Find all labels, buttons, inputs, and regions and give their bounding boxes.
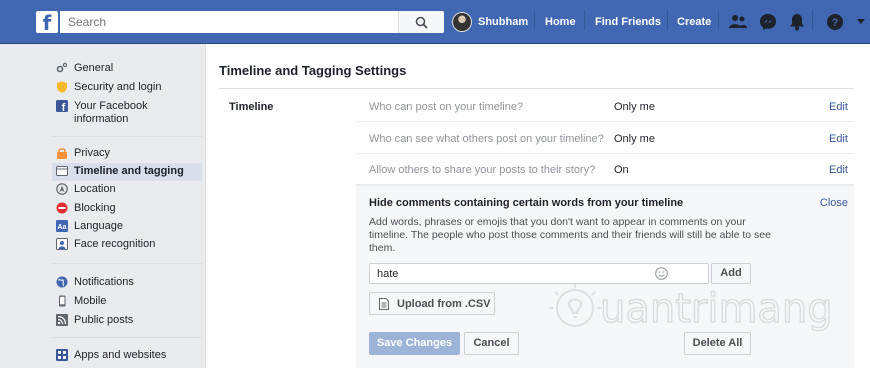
search-box: [60, 11, 444, 33]
sidebar-item-apps-and-websites[interactable]: Apps and websites: [52, 347, 202, 365]
setting-question: Allow others to share your posts to thei…: [369, 164, 596, 176]
sidebar-item-security[interactable]: Security and login: [52, 79, 202, 97]
setting-row-who-can-post[interactable]: Who can post on your timeline? Only me E…: [356, 91, 854, 122]
setting-value: Only me: [614, 133, 655, 145]
upload-label: Upload from .CSV: [397, 298, 491, 310]
panel-description: Add words, phrases or emojis that you do…: [369, 216, 771, 254]
add-button[interactable]: Add: [711, 263, 751, 284]
upload-csv-button[interactable]: Upload from .CSV: [369, 292, 495, 315]
nav-divider: [718, 10, 719, 30]
setting-row-share-to-story[interactable]: Allow others to share your posts to thei…: [356, 154, 854, 185]
block-icon: [56, 202, 68, 214]
sidebar-item-label: Language: [74, 220, 123, 232]
settings-content: Timeline and Tagging Settings Timeline W…: [205, 44, 870, 368]
gear-icon: [56, 62, 68, 73]
facebook-icon: f: [56, 100, 68, 112]
hide-comments-panel: Hide comments containing certain words f…: [356, 185, 854, 368]
face-icon: [56, 238, 68, 250]
save-changes-button[interactable]: Save Changes: [369, 332, 460, 355]
sidebar-item-mobile[interactable]: Mobile: [52, 293, 202, 311]
sidebar-divider: [52, 337, 202, 338]
avatar: [452, 12, 472, 32]
sidebar-item-label: Security and login: [74, 81, 162, 93]
blocked-word-field: [369, 263, 709, 284]
sidebar-item-location[interactable]: Location: [52, 181, 202, 199]
delete-all-button[interactable]: Delete All: [684, 332, 751, 355]
sidebar-item-general[interactable]: General: [52, 60, 202, 78]
file-icon: [379, 298, 389, 310]
sidebar-item-label: Blocking: [74, 202, 116, 214]
svg-text:Aa: Aa: [58, 224, 67, 231]
sidebar-item-label: Privacy: [74, 147, 111, 159]
sidebar-item-public-posts[interactable]: Public posts: [52, 312, 202, 330]
nav-find-friends[interactable]: Find Friends: [595, 16, 661, 28]
dropdown-icon[interactable]: [856, 18, 866, 26]
search-input[interactable]: [68, 15, 388, 29]
mobile-icon: [59, 295, 66, 307]
setting-row-who-can-see[interactable]: Who can see what others post on your tim…: [356, 123, 854, 154]
search-button[interactable]: [398, 11, 444, 33]
title-divider: [219, 88, 854, 89]
lock-icon: [57, 148, 67, 159]
sidebar-item-notifications[interactable]: Notifications: [52, 274, 202, 292]
sidebar-item-label: Your Facebook information: [74, 100, 148, 125]
svg-text:f: f: [62, 102, 66, 112]
facebook-logo[interactable]: f: [36, 11, 58, 35]
setting-value: Only me: [614, 101, 655, 113]
sidebar-item-label: Public posts: [74, 314, 134, 326]
sidebar-item-timeline-and-tagging[interactable]: Timeline and tagging: [52, 163, 202, 181]
cancel-button[interactable]: Cancel: [464, 332, 519, 355]
messenger-icon[interactable]: [758, 12, 778, 32]
nav-divider: [812, 10, 813, 30]
nav-create[interactable]: Create: [677, 16, 711, 28]
sidebar-divider: [52, 263, 202, 264]
setting-question: Who can see what others post on your tim…: [369, 133, 604, 145]
nav-divider: [584, 10, 585, 30]
globe-icon: [56, 276, 68, 288]
emoji-icon[interactable]: [655, 267, 668, 280]
language-icon: Aa: [56, 220, 68, 232]
panel-title: Hide comments containing certain words f…: [369, 197, 684, 209]
setting-value: On: [614, 164, 629, 176]
edit-link[interactable]: Edit: [829, 101, 848, 113]
sidebar-item-label: Face recognition: [74, 238, 156, 250]
sidebar-item-label: Timeline and tagging: [74, 165, 184, 177]
sidebar-item-label: General: [74, 62, 114, 74]
sidebar-item-label: Apps and websites: [74, 349, 167, 361]
search-icon: [415, 16, 428, 29]
edit-link[interactable]: Edit: [829, 164, 848, 176]
sidebar-item-label: Notifications: [74, 276, 134, 288]
nav-divider: [534, 10, 535, 30]
setting-question: Who can post on your timeline?: [369, 101, 524, 113]
sidebar-item-blocking[interactable]: Blocking: [52, 200, 202, 218]
top-navigation-bar: f Shubham Home Find Friends Create ?: [0, 0, 870, 44]
blocked-word-input[interactable]: [377, 267, 677, 280]
profile-name: Shubham: [478, 16, 529, 28]
friend-requests-icon[interactable]: [728, 12, 748, 32]
timeline-icon: [56, 166, 68, 176]
sidebar-item-label: Location: [74, 183, 116, 195]
notifications-icon[interactable]: [787, 12, 807, 32]
page-title: Timeline and Tagging Settings: [219, 63, 407, 78]
sidebar-item-language[interactable]: Aa Language: [52, 218, 202, 236]
help-icon[interactable]: ?: [825, 12, 845, 32]
nav-divider: [667, 10, 668, 30]
nav-home[interactable]: Home: [545, 16, 576, 28]
sidebar-item-label: Mobile: [74, 295, 107, 307]
section-label: Timeline: [229, 101, 274, 113]
rss-icon: [56, 314, 68, 326]
close-link[interactable]: Close: [820, 197, 848, 209]
edit-link[interactable]: Edit: [829, 133, 848, 145]
sidebar-item-privacy[interactable]: Privacy: [52, 145, 202, 163]
sidebar-item-face-recognition[interactable]: Face recognition: [52, 236, 202, 254]
location-icon: [56, 183, 68, 195]
svg-text:?: ?: [832, 17, 839, 29]
shield-icon: [57, 81, 67, 93]
sidebar-item-facebook-information[interactable]: f Your Facebook information: [52, 98, 202, 128]
settings-sidebar: General Security and login f Your Facebo…: [0, 44, 205, 368]
apps-icon: [56, 349, 68, 361]
sidebar-divider: [52, 136, 202, 137]
